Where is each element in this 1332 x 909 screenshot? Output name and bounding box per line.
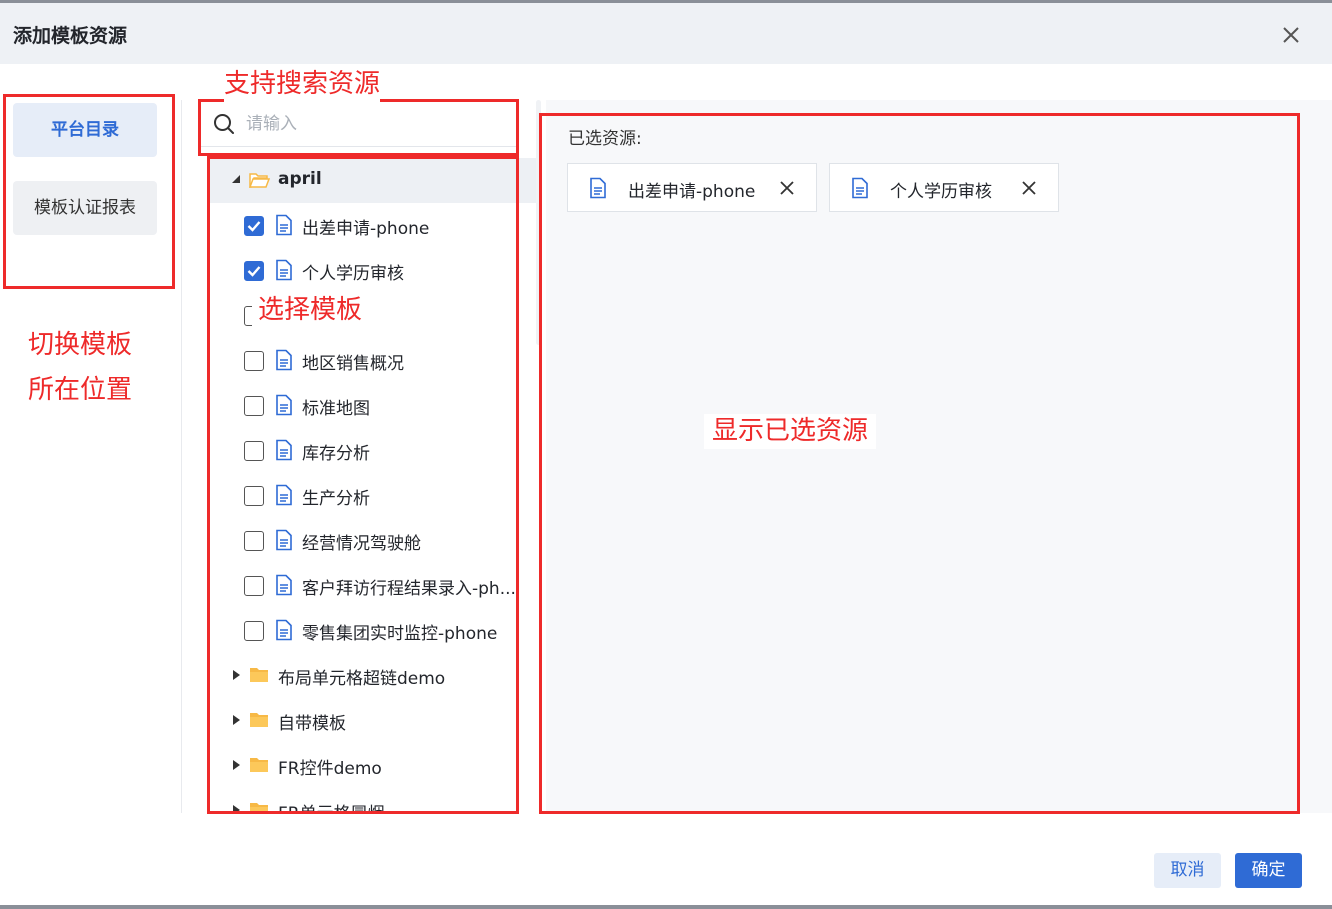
annotation-switch-line1: 切换模板 — [28, 328, 133, 364]
annotation-box-tree — [207, 156, 519, 814]
window-bottom-border — [0, 905, 1332, 909]
annotation-box-selected — [539, 113, 1300, 814]
nav-divider — [181, 100, 182, 813]
annotation-search: 支持搜索资源 — [224, 67, 381, 103]
close-button[interactable] — [1280, 24, 1302, 46]
annotation-box-search — [198, 99, 519, 156]
annotation-switch-line2: 所在位置 — [28, 373, 133, 409]
close-icon — [1283, 27, 1299, 43]
annotation-box-nav — [3, 94, 175, 289]
confirm-button[interactable]: 确定 — [1235, 853, 1302, 888]
annotation-show-selected: 显示已选资源 — [704, 414, 877, 450]
cancel-button[interactable]: 取消 — [1154, 853, 1221, 888]
dialog-header: 添加模板资源 — [0, 3, 1332, 64]
dialog-title: 添加模板资源 — [13, 25, 128, 47]
annotation-select: 选择模板 — [252, 293, 369, 329]
